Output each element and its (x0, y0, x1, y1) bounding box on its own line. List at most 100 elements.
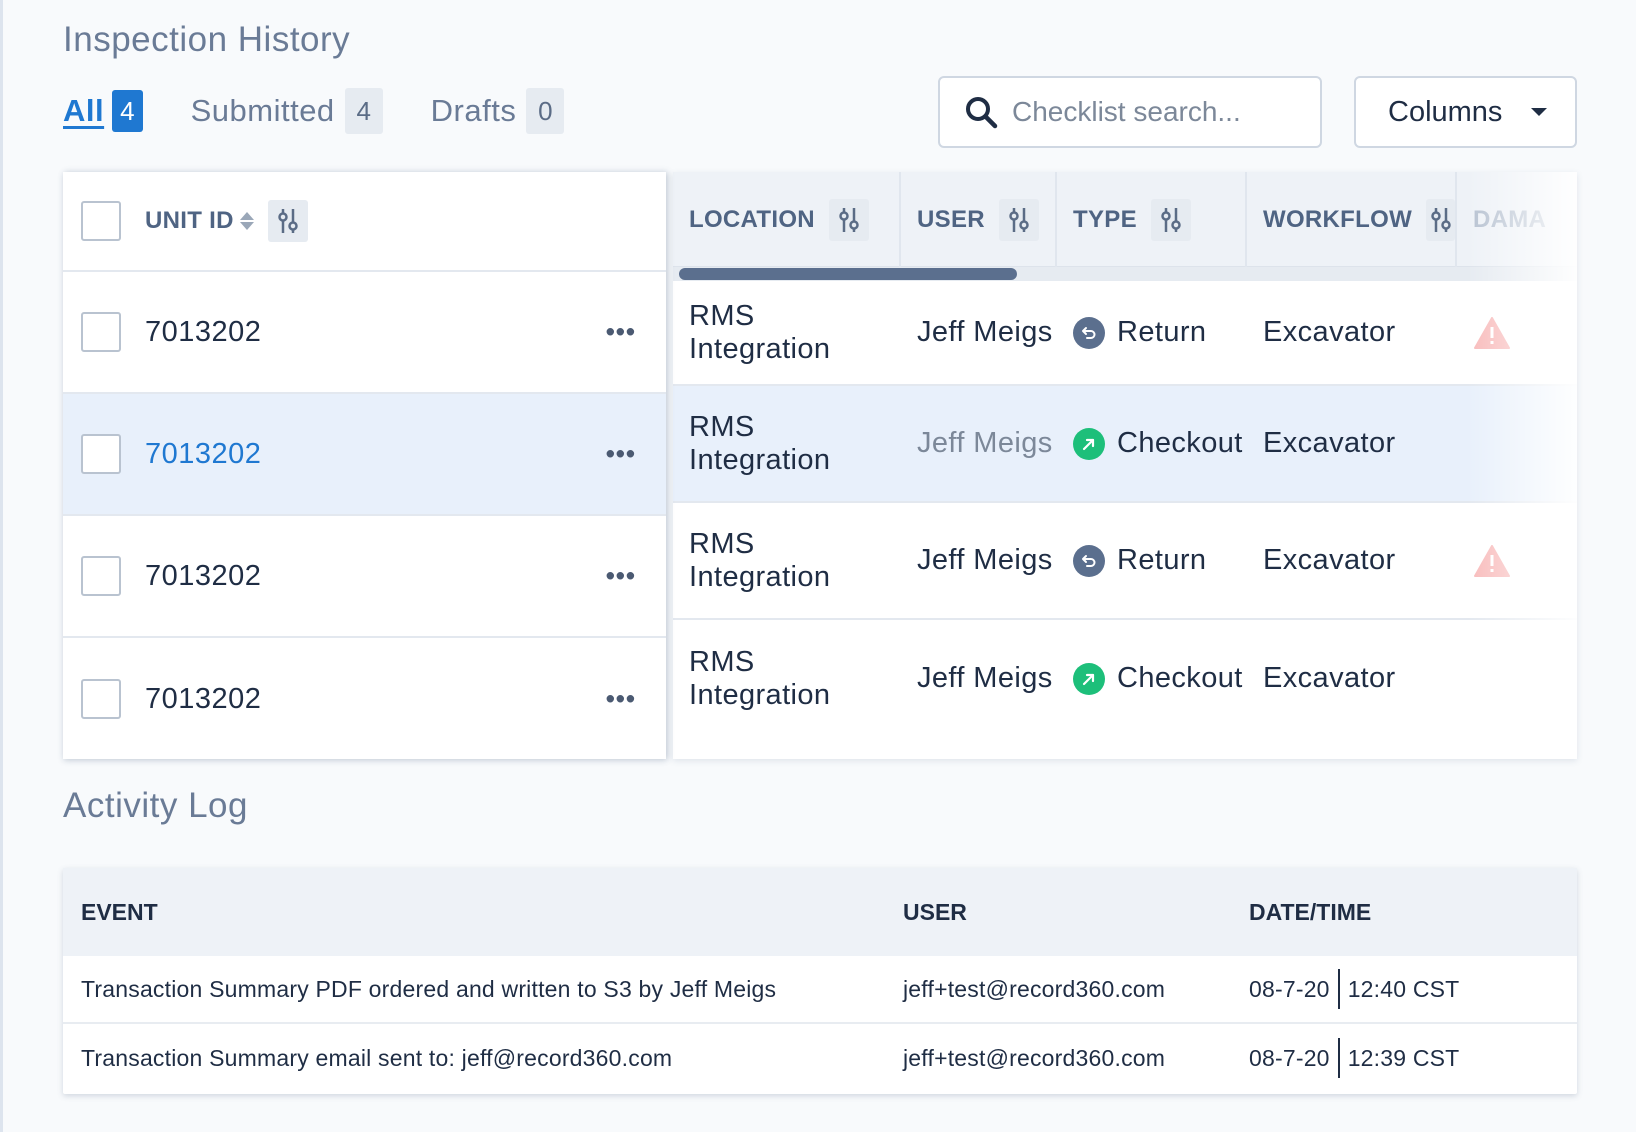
filter-sliders-icon[interactable] (998, 198, 1039, 241)
scrollable-columns[interactable]: LOCATION USER TYPE WORKFLOW DAMA RMS Int… (673, 172, 1577, 759)
location-header: LOCATION (673, 172, 901, 267)
activity-log-table: EVENT USER DATE/TIME Transaction Summary… (63, 868, 1577, 1094)
inspection-table: UNIT ID 7013202 ••• 7013202 ••• 7013202 … (63, 172, 1577, 759)
user-cell: Jeff Meigs (917, 662, 1053, 694)
damage-cell (1457, 544, 1577, 578)
tab-submitted-count: 4 (344, 88, 383, 134)
filter-sliders-icon[interactable] (1150, 198, 1191, 241)
table-row[interactable]: RMS Integration Jeff Meigs Return Excava… (673, 281, 1577, 386)
unit-id[interactable]: 7013202 (145, 683, 261, 716)
location-cell: RMS Integration (689, 645, 831, 711)
table-row[interactable]: 7013202 ••• (63, 272, 666, 394)
unit-id[interactable]: 7013202 (145, 316, 261, 349)
scrollbar-thumb[interactable] (679, 268, 1017, 280)
table-row[interactable]: RMS Integration Jeff Meigs Return Excava… (673, 503, 1577, 620)
table-row[interactable]: RMS Integration Jeff Meigs Checkout Exca… (673, 620, 1577, 737)
checkout-arrow-icon (1073, 662, 1105, 695)
search-input[interactable] (1012, 96, 1312, 128)
type-label: Return (1117, 544, 1207, 576)
filter-sliders-icon[interactable] (267, 200, 308, 242)
tab-drafts-count: 0 (526, 88, 565, 134)
event-header: EVENT (81, 898, 158, 925)
event-cell: Transaction Summary email sent to: jeff@… (81, 1044, 673, 1071)
columns-label: Columns (1388, 95, 1503, 128)
datetime-header: DATE/TIME (1249, 898, 1372, 925)
row-checkbox[interactable] (81, 312, 121, 352)
tab-submitted-label: Submitted (190, 93, 335, 128)
user-header-label: USER (917, 205, 985, 233)
scroll-header: LOCATION USER TYPE WORKFLOW DAMA (673, 172, 1577, 267)
user-header: USER (903, 898, 967, 925)
type-header-label: TYPE (1073, 205, 1137, 233)
activity-log-title: Activity Log (63, 786, 248, 825)
workflow-cell: Excavator (1263, 544, 1396, 576)
horizontal-scrollbar[interactable] (673, 267, 1577, 281)
log-row: Transaction Summary PDF ordered and writ… (63, 956, 1577, 1024)
time-value: 12:39 CST (1347, 1044, 1460, 1071)
datetime-cell: 08-7-20 12:40 CST (1237, 969, 1459, 1009)
columns-button[interactable]: Columns (1354, 76, 1577, 148)
user-cell: Jeff Meigs (917, 427, 1053, 459)
row-checkbox[interactable] (81, 556, 121, 596)
row-checkbox[interactable] (81, 434, 121, 474)
inspection-history-title: Inspection History (63, 20, 351, 59)
location-cell: RMS Integration (689, 410, 831, 476)
inspection-tabs: All 4 Submitted 4 Drafts 0 (63, 88, 612, 134)
location-cell: RMS Integration (689, 299, 831, 365)
type-label: Return (1117, 316, 1207, 348)
datetime-cell: 08-7-20 12:39 CST (1237, 1038, 1459, 1078)
damage-header: DAMA (1457, 172, 1577, 267)
type-cell: Checkout (1057, 427, 1247, 460)
user-cell: Jeff Meigs (917, 544, 1053, 576)
filter-sliders-icon[interactable] (1426, 198, 1455, 241)
table-row[interactable]: 7013202 ••• (63, 394, 666, 516)
date-value: 08-7-20 (1249, 1044, 1330, 1071)
table-row[interactable]: RMS Integration Jeff Meigs Checkout Exca… (673, 386, 1577, 503)
unit-id[interactable]: 7013202 (145, 438, 261, 471)
tab-submitted[interactable]: Submitted 4 (191, 88, 383, 134)
type-label: Checkout (1117, 427, 1243, 459)
return-arrow-icon (1073, 316, 1105, 349)
location-header-label: LOCATION (689, 205, 815, 233)
workflow-header: WORKFLOW (1247, 172, 1457, 267)
return-arrow-icon (1073, 544, 1105, 577)
damage-header-label: DAMA (1473, 205, 1547, 233)
row-checkbox[interactable] (81, 679, 121, 719)
tab-all[interactable]: All 4 (63, 90, 143, 132)
fixed-column: UNIT ID 7013202 ••• 7013202 ••• 7013202 … (63, 172, 666, 759)
unit-id[interactable]: 7013202 (145, 560, 261, 593)
table-row[interactable]: 7013202 ••• (63, 516, 666, 638)
filter-sliders-icon[interactable] (828, 198, 869, 241)
chevron-down-icon (1531, 108, 1547, 116)
type-cell: Checkout (1057, 662, 1247, 695)
tab-drafts[interactable]: Drafts 0 (431, 88, 565, 134)
more-horizontal-icon[interactable]: ••• (606, 439, 636, 470)
page: Inspection History All 4 Submitted 4 Dra… (0, 0, 1636, 1132)
user-cell: jeff+test@record360.com (903, 975, 1166, 1002)
event-cell: Transaction Summary PDF ordered and writ… (81, 975, 777, 1002)
type-label: Checkout (1117, 662, 1243, 694)
workflow-header-label: WORKFLOW (1263, 205, 1413, 233)
date-separator (1337, 1038, 1340, 1078)
more-horizontal-icon[interactable]: ••• (606, 561, 636, 592)
more-horizontal-icon[interactable]: ••• (606, 684, 636, 715)
sort-icon[interactable] (239, 212, 254, 230)
user-cell: Jeff Meigs (917, 316, 1053, 348)
select-all-checkbox[interactable] (81, 201, 121, 241)
more-horizontal-icon[interactable]: ••• (606, 317, 636, 348)
date-separator (1337, 969, 1340, 1009)
checkout-arrow-icon (1073, 427, 1105, 460)
time-value: 12:40 CST (1347, 975, 1460, 1002)
tab-all-label: All (63, 93, 105, 128)
search-icon (966, 97, 998, 129)
workflow-cell: Excavator (1263, 316, 1396, 348)
unit-id-header: UNIT ID (63, 172, 666, 272)
table-row[interactable]: 7013202 ••• (63, 638, 666, 760)
checklist-search[interactable] (938, 76, 1322, 148)
location-cell: RMS Integration (689, 527, 831, 593)
damage-cell (1457, 316, 1577, 350)
type-cell: Return (1057, 544, 1247, 577)
unit-id-header-label: UNIT ID (145, 207, 234, 234)
type-header: TYPE (1057, 172, 1247, 267)
user-header: USER (901, 172, 1057, 267)
